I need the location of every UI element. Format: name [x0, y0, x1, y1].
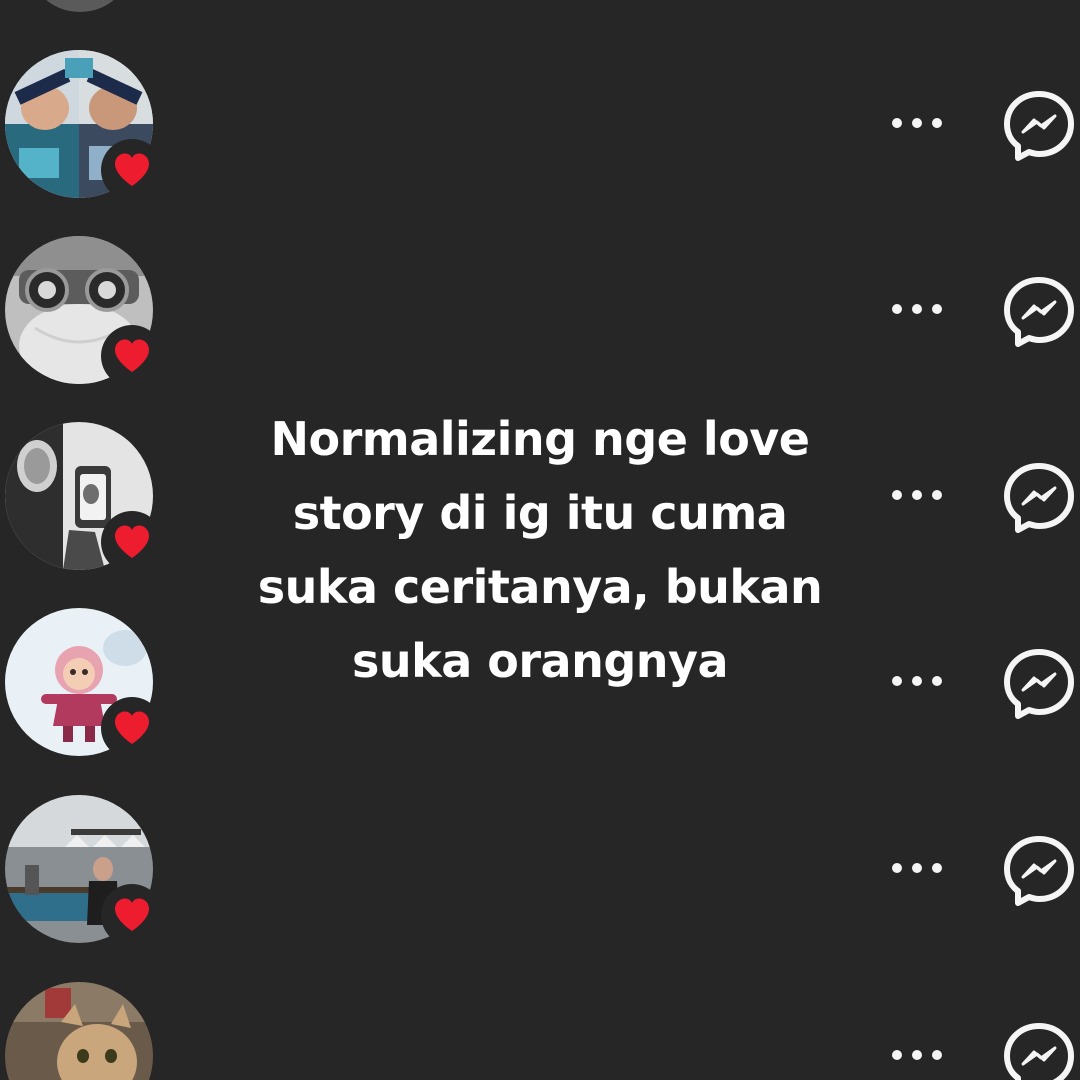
messenger-icon — [1004, 463, 1074, 533]
dot — [912, 676, 922, 686]
heart-icon — [115, 339, 149, 372]
partial-avatar — [35, 0, 125, 12]
caption-line: suka orangnya — [351, 634, 729, 688]
messenger-button[interactable] — [1001, 88, 1077, 164]
dot — [892, 118, 902, 128]
messenger-icon — [1004, 277, 1074, 347]
dot — [912, 304, 922, 314]
dot — [892, 1050, 902, 1060]
reaction-badge — [101, 884, 163, 946]
messenger-button[interactable] — [1001, 1020, 1077, 1080]
messenger-icon — [1004, 836, 1074, 906]
messenger-icon — [1004, 1023, 1074, 1080]
messenger-icon — [1004, 649, 1074, 719]
messenger-button[interactable] — [1001, 274, 1077, 350]
caption-line: Normalizing nge love — [270, 412, 810, 466]
dot — [932, 118, 942, 128]
cat-avatar-image — [5, 982, 153, 1080]
dot — [912, 1050, 922, 1060]
caption-line: story di ig itu cuma — [292, 486, 788, 540]
dot — [912, 863, 922, 873]
dot — [912, 490, 922, 500]
dot — [892, 863, 902, 873]
more-options-button[interactable] — [888, 1045, 948, 1065]
viewer-row[interactable] — [0, 236, 1080, 422]
viewer-row[interactable] — [0, 795, 1080, 981]
messenger-button[interactable] — [1001, 646, 1077, 722]
heart-icon — [115, 153, 149, 186]
reaction-badge — [101, 139, 163, 201]
overlay-caption: Normalizing nge love story di ig itu cum… — [180, 402, 900, 698]
dot — [932, 676, 942, 686]
reaction-badge — [101, 697, 163, 759]
more-options-button[interactable] — [888, 858, 948, 878]
dot — [932, 304, 942, 314]
story-viewers-screen: Normalizing nge love story di ig itu cum… — [0, 0, 1080, 1080]
heart-icon — [115, 898, 149, 931]
reaction-badge — [101, 511, 163, 573]
dot — [932, 863, 942, 873]
dot — [912, 118, 922, 128]
more-options-button[interactable] — [888, 113, 948, 133]
caption-line: suka ceritanya, bukan — [257, 560, 823, 614]
reaction-badge — [101, 325, 163, 387]
messenger-button[interactable] — [1001, 460, 1077, 536]
messenger-icon — [1004, 91, 1074, 161]
dot — [932, 1050, 942, 1060]
dot — [932, 490, 942, 500]
dot — [892, 304, 902, 314]
viewer-row[interactable] — [0, 982, 1080, 1080]
more-options-button[interactable] — [888, 299, 948, 319]
heart-icon — [115, 711, 149, 744]
viewer-row[interactable] — [0, 50, 1080, 236]
viewer-avatar[interactable] — [5, 982, 153, 1080]
heart-icon — [115, 525, 149, 558]
messenger-button[interactable] — [1001, 833, 1077, 909]
